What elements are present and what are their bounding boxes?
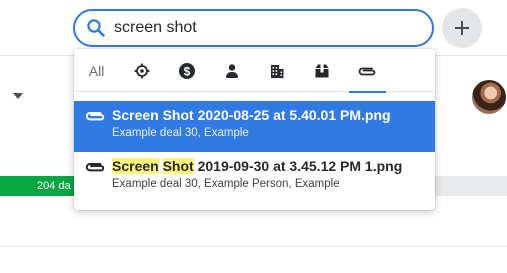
search-match-highlight: Shot (162, 158, 194, 174)
search-match-highlight: Screen (112, 158, 159, 174)
search-input[interactable]: screen shot (73, 9, 434, 47)
dollar-icon: $ (178, 62, 195, 79)
paperclip-icon (84, 160, 106, 179)
tab-organizations[interactable] (254, 49, 299, 92)
tab-products[interactable] (299, 49, 344, 92)
paperclip-icon (358, 67, 376, 75)
section-divider (0, 246, 507, 247)
box-icon (315, 64, 329, 77)
avatar[interactable] (472, 80, 506, 114)
tab-all-label: All (88, 62, 105, 79)
search-filter-tabs: All $ (74, 49, 435, 93)
result-title: Screen Shot 2020-08-25 at 5.40.01 PM.png (112, 107, 391, 123)
tab-deals[interactable]: $ (164, 49, 209, 92)
plus-icon (455, 21, 469, 35)
stage-label: 204 da (0, 176, 78, 196)
search-results-dropdown: All $ Screen Shot 2020-08-25 at 5.40.01 … (74, 49, 435, 210)
building-icon (270, 64, 284, 78)
search-icon (85, 17, 107, 39)
target-icon (134, 63, 150, 78)
chevron-down-icon[interactable] (13, 93, 23, 99)
tab-people[interactable] (209, 49, 254, 92)
result-subtitle: Example deal 30, Example Person, Example (112, 178, 340, 190)
search-query: screen shot (114, 19, 197, 36)
result-subtitle: Example deal 30, Example (112, 127, 249, 139)
svg-text:$: $ (183, 64, 190, 78)
tab-files[interactable] (345, 49, 390, 93)
result-title-rest: 2019-09-30 at 3.45.12 PM 1.png (193, 158, 403, 174)
search-result-item[interactable]: Screen Shot 2020-08-25 at 5.40.01 PM.png… (74, 101, 435, 152)
tab-leads[interactable] (119, 49, 164, 92)
search-result-item[interactable]: Screen Shot 2019-09-30 at 3.45.12 PM 1.p… (74, 152, 435, 203)
add-button[interactable] (442, 8, 482, 48)
tab-all[interactable]: All (74, 49, 119, 92)
paperclip-icon (84, 109, 106, 128)
result-title: Screen Shot 2019-09-30 at 3.45.12 PM 1.p… (112, 152, 435, 174)
person-icon (225, 63, 238, 78)
